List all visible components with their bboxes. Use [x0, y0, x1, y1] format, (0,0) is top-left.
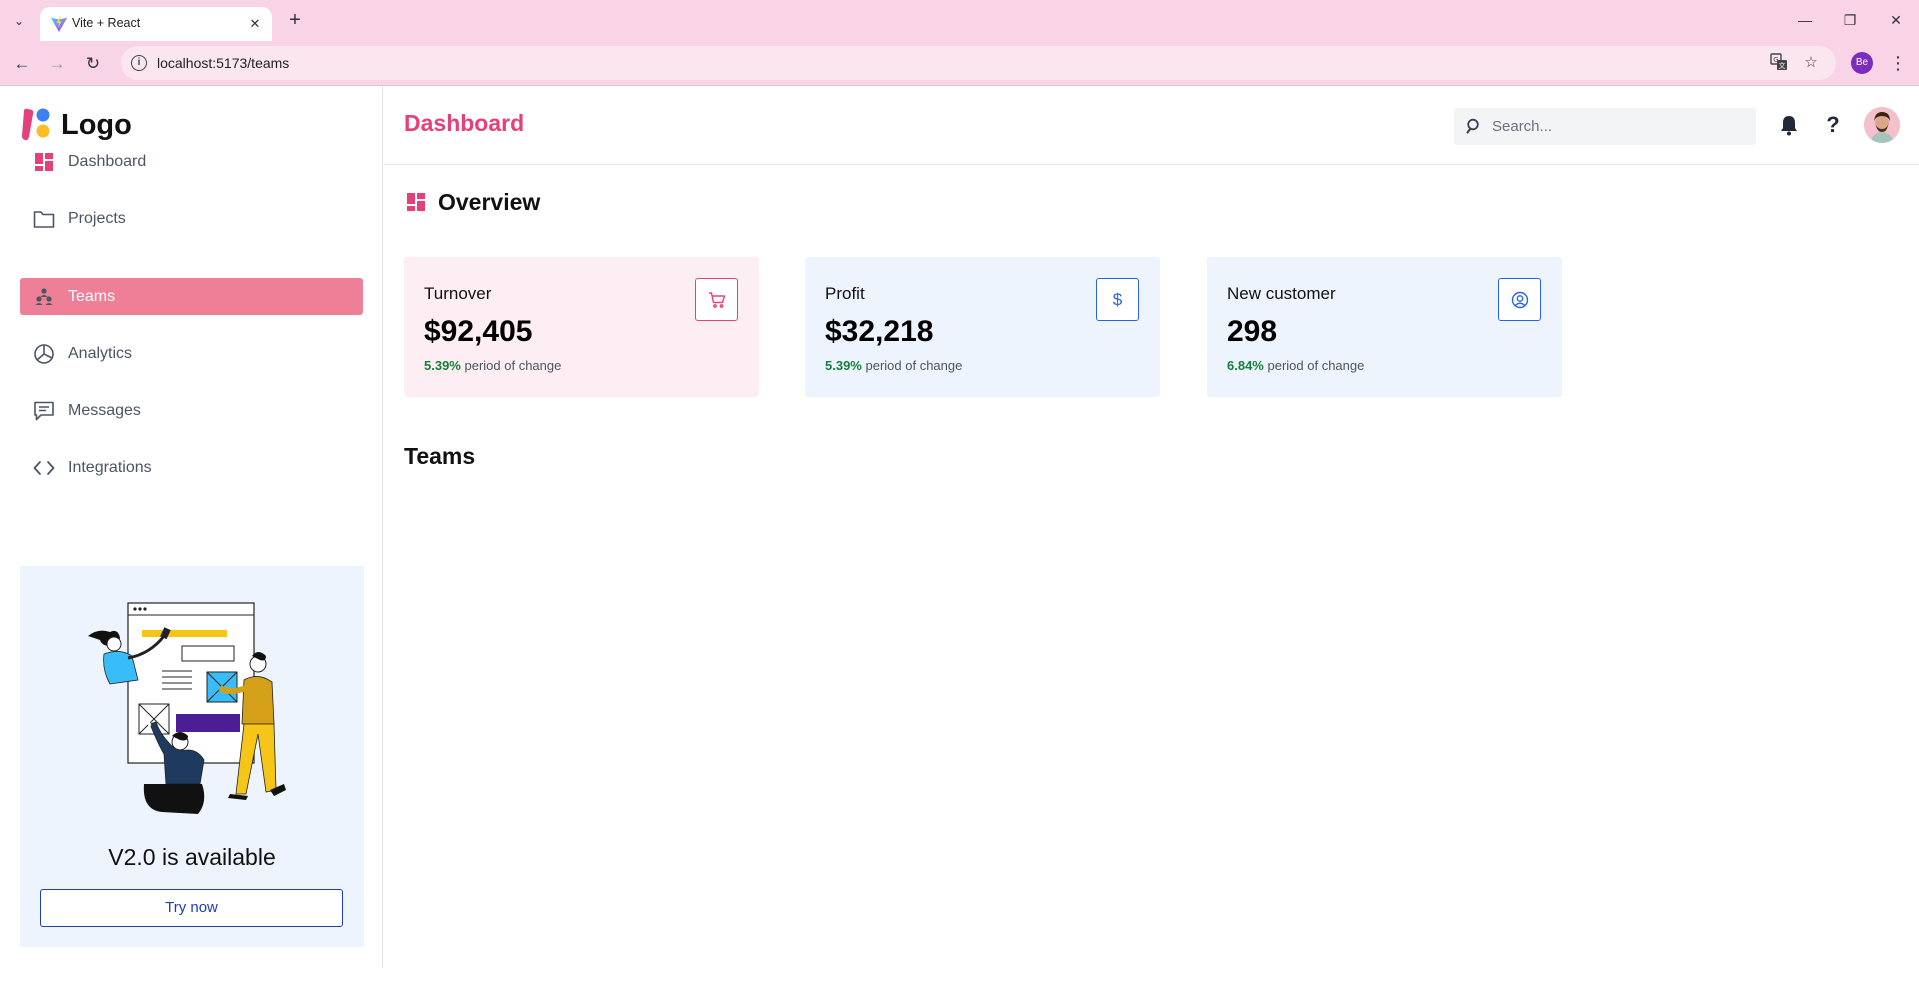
code-icon: [32, 456, 56, 480]
sidebar-item-label: Integrations: [68, 458, 152, 476]
stat-change: 6.84% period of change: [1227, 358, 1364, 373]
message-icon: [32, 399, 56, 423]
sidebar-item-label: Analytics: [68, 344, 133, 362]
user-avatar-image: [1864, 107, 1900, 143]
stat-change-percent: 6.84%: [1227, 358, 1264, 373]
browser-toolbar: ← → ↻ i localhost:5173/teams 文G ☆ Be ⋮: [0, 41, 1919, 86]
dashboard-icon: [32, 150, 56, 174]
back-icon[interactable]: ←: [9, 51, 35, 77]
sidebar-item-label: Dashboard: [68, 152, 147, 170]
address-bar[interactable]: i localhost:5173/teams 文G ☆: [121, 46, 1836, 80]
close-tab-icon[interactable]: ✕: [246, 15, 264, 33]
stat-change-percent: 5.39%: [424, 358, 461, 373]
forward-icon[interactable]: →: [44, 51, 70, 77]
pie-chart-icon: [32, 342, 56, 366]
stat-change-text: period of change: [865, 358, 963, 373]
sidebar-item-label: Messages: [68, 401, 141, 419]
stat-card-profit: Profit $32,218 5.39% period of change $: [805, 257, 1160, 397]
svg-text:G: G: [1773, 56, 1778, 64]
site-info-icon[interactable]: i: [131, 55, 147, 71]
reload-icon[interactable]: ↻: [80, 51, 106, 77]
close-window-icon[interactable]: ✕: [1882, 7, 1910, 33]
stat-label: New customer: [1227, 284, 1336, 303]
search-input[interactable]: [1492, 108, 1742, 145]
sidebar-item-messages[interactable]: Messages: [20, 392, 363, 429]
minimize-icon[interactable]: —: [1791, 7, 1819, 33]
stat-card-new-customer: New customer 298 6.84% period of change: [1207, 257, 1562, 397]
sidebar-item-analytics[interactable]: Analytics: [20, 335, 363, 372]
translate-icon[interactable]: 文G: [1769, 53, 1789, 73]
teams-icon: [32, 285, 56, 309]
sidebar-item-label: Projects: [68, 209, 126, 227]
stat-label: Turnover: [424, 284, 492, 303]
folder-icon: [32, 207, 56, 231]
sidebar-item-label: Teams: [68, 287, 116, 305]
restore-icon[interactable]: ❐: [1836, 7, 1864, 33]
bookmark-star-icon[interactable]: ☆: [1801, 53, 1821, 73]
tab-search-chevron-icon[interactable]: ⌄: [7, 9, 31, 33]
browser-tab-bar: ⌄ Vite + React ✕ + — ❐ ✕: [0, 0, 1919, 41]
stat-card-turnover: Turnover $92,405 5.39% period of change: [404, 257, 759, 397]
main-content: Overview Turnover $92,405 5.39% period o…: [384, 166, 1919, 966]
overview-heading: Overview: [406, 189, 540, 215]
svg-text:文: 文: [1779, 61, 1786, 70]
team-collaboration-illustration: [88, 602, 286, 814]
logo[interactable]: Logo: [21, 107, 132, 143]
stat-change-text: period of change: [464, 358, 562, 373]
top-header: Dashboard ?: [384, 86, 1919, 165]
stat-change-text: period of change: [1267, 358, 1365, 373]
overview-title: Overview: [438, 188, 541, 215]
user-avatar[interactable]: [1864, 107, 1900, 143]
teams-section-title: Teams: [404, 443, 476, 469]
tab-title: Vite + React: [72, 16, 141, 30]
sidebar-item-projects[interactable]: Projects: [20, 200, 363, 237]
notification-bell-icon[interactable]: [1776, 112, 1802, 138]
vite-favicon-icon: [50, 16, 68, 33]
stat-value: 298: [1227, 315, 1278, 348]
profile-avatar[interactable]: Be: [1851, 52, 1873, 74]
sidebar-item-dashboard[interactable]: Dashboard: [20, 143, 363, 180]
stat-change: 5.39% period of change: [825, 358, 962, 373]
stat-change-percent: 5.39%: [825, 358, 862, 373]
stat-value: $92,405: [424, 315, 533, 348]
new-tab-icon[interactable]: +: [283, 9, 307, 33]
user-circle-icon[interactable]: [1498, 278, 1541, 321]
cart-icon[interactable]: [695, 278, 738, 321]
url-text[interactable]: localhost:5173/teams: [157, 46, 289, 80]
dashboard-icon: [407, 193, 425, 211]
logo-text: Logo: [61, 108, 132, 141]
search-icon: [1466, 118, 1479, 134]
help-icon[interactable]: ?: [1820, 112, 1846, 138]
promo-title: V2.0 is available: [108, 844, 276, 870]
search-box[interactable]: [1454, 108, 1756, 145]
browser-menu-icon[interactable]: ⋮: [1886, 51, 1910, 77]
logo-mark-icon: [22, 108, 50, 141]
sidebar-item-integrations[interactable]: Integrations: [20, 449, 363, 486]
try-now-button[interactable]: Try now: [40, 889, 343, 927]
browser-tab[interactable]: Vite + React ✕: [40, 7, 272, 41]
sidebar-item-teams[interactable]: Teams: [20, 278, 363, 315]
stat-value: $32,218: [825, 315, 934, 348]
upgrade-promo-card: V2.0 is available Try now: [20, 566, 364, 947]
sidebar: Logo Dashboard Projects Teams Analytics …: [0, 86, 383, 968]
page-title: Dashboard: [404, 110, 525, 136]
dollar-icon[interactable]: $: [1096, 278, 1139, 321]
stat-label: Profit: [825, 284, 865, 303]
stat-change: 5.39% period of change: [424, 358, 561, 373]
